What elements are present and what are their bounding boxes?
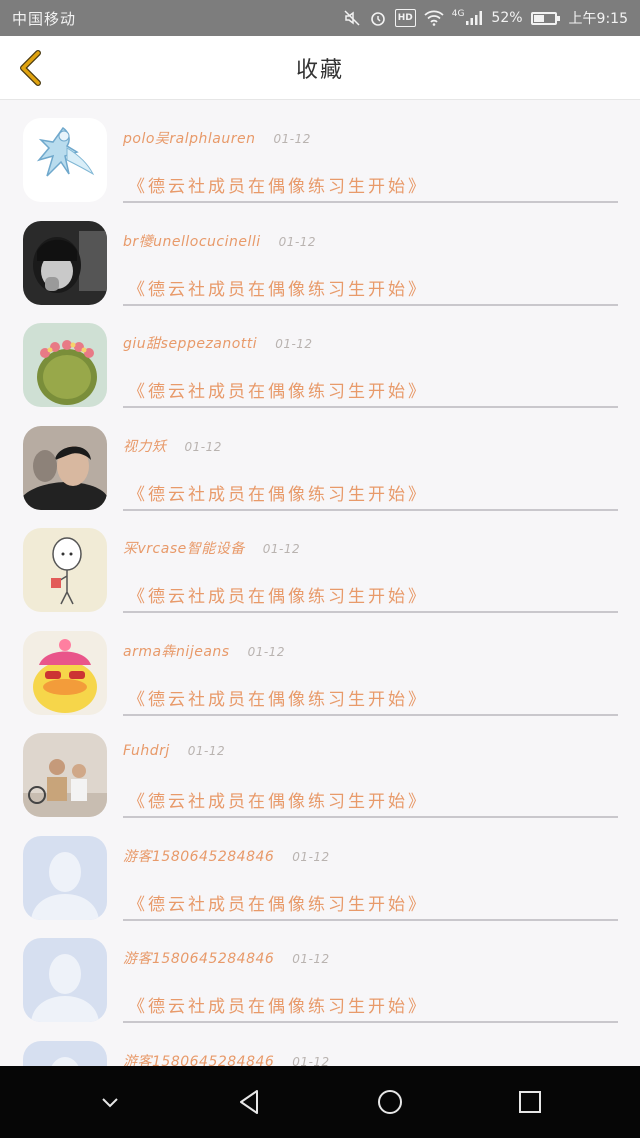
chevron-left-icon	[20, 50, 41, 86]
favorite-item[interactable]: giu甜seppezanotti 01-12 《德云社成员在偶像练习生开始》	[0, 305, 640, 408]
user-name: 游客1580645284846 01-12	[123, 846, 330, 866]
user-name-text: giu甜seppezanotti	[123, 336, 258, 352]
carrier-label: 中国移动	[12, 9, 77, 28]
home-circle-icon	[378, 1090, 402, 1114]
clock: 上午9:15	[568, 11, 628, 27]
favorite-content-link[interactable]: 《德云社成员在偶像练习生开始》	[128, 480, 428, 505]
user-name: giu甜seppezanotti 01-12	[123, 333, 313, 353]
user-avatar[interactable]	[23, 630, 107, 715]
user-avatar[interactable]	[23, 835, 107, 920]
user-avatar[interactable]	[23, 733, 107, 817]
user-name-text: polo吴ralphlauren	[123, 131, 256, 147]
favorite-item[interactable]: Fuhdrj 01-12 《德云社成员在偶像练习生开始》	[0, 715, 640, 818]
user-avatar[interactable]	[23, 425, 107, 510]
battery-fill	[533, 14, 544, 22]
user-name: 游客1580645284846 01-12	[123, 948, 330, 968]
favorite-item[interactable]: arma犇nijeans 01-12 《德云社成员在偶像练习生开始》	[0, 613, 640, 716]
nav-recents-button[interactable]	[500, 1072, 560, 1132]
user-name: br犪unellocucinelli 01-12	[123, 231, 316, 251]
page-title: 收藏	[295, 57, 344, 83]
status-icons: HD 4G 52% 上午9:15	[343, 8, 628, 28]
user-avatar[interactable]	[23, 118, 107, 202]
favorite-date: 01-12	[292, 952, 330, 966]
favorite-date: 01-12	[247, 644, 285, 659]
favorite-content-link[interactable]: 《德云社成员在偶像练习生开始》	[128, 275, 428, 300]
favorites-list[interactable]: polo吴ralphlauren 01-12 《德云社成员在偶像练习生开始》 br犪…	[0, 100, 640, 1066]
back-triangle-icon	[240, 1090, 258, 1114]
favorite-item[interactable]: polo吴ralphlauren 01-12 《德云社成员在偶像练习生开始》	[0, 100, 640, 203]
user-name: Fuhdrj 01-12	[123, 743, 225, 759]
favorite-content-link[interactable]: 《德云社成员在偶像练习生开始》	[128, 685, 428, 710]
user-avatar[interactable]	[23, 528, 107, 612]
favorite-item[interactable]: 游客1580645284846 01-12	[0, 1023, 640, 1067]
user-name-text: 游客1580645284846	[123, 1053, 275, 1067]
favorite-content-link[interactable]: 《德云社成员在偶像练习生开始》	[128, 377, 428, 402]
user-name-text: 游客1580645284846	[123, 951, 275, 967]
user-avatar[interactable]	[23, 220, 107, 305]
user-name-text: 游客1580645284846	[123, 848, 275, 865]
user-name: 游客1580645284846 01-12	[123, 1051, 330, 1067]
favorite-item[interactable]: 游客1580645284846 01-12 《德云社成员在偶像练习生开始》	[0, 818, 640, 921]
favorite-item[interactable]: 游客1580645284846 01-12 《德云社成员在偶像练习生开始》	[0, 920, 640, 1023]
user-name-text: Fuhdrj	[123, 743, 170, 759]
user-name: arma犇nijeans 01-12	[123, 641, 285, 661]
network-type: 4G	[451, 9, 465, 19]
user-name-text: br犪unellocucinelli	[123, 233, 261, 250]
recents-square-icon	[519, 1091, 541, 1113]
wifi-icon	[424, 9, 444, 27]
favorite-content-link[interactable]: 《德云社成员在偶像练习生开始》	[128, 172, 428, 197]
status-bar: 中国移动 HD 4G 52% 上午9:15	[0, 0, 640, 36]
favorite-date: 01-12	[292, 849, 330, 864]
favorite-date: 01-12	[275, 337, 313, 351]
user-name-text: 冞vrcase智能设备	[123, 541, 245, 557]
user-name: polo吴ralphlauren 01-12	[123, 128, 311, 148]
favorite-date: 01-12	[278, 234, 317, 249]
favorite-item[interactable]: br犪unellocucinelli 01-12 《德云社成员在偶像练习生开始》	[0, 203, 640, 306]
user-avatar[interactable]	[23, 1040, 107, 1066]
signal-icon: 4G	[452, 9, 484, 27]
hide-keyboard-button[interactable]	[80, 1072, 140, 1132]
favorite-content-link[interactable]: 《德云社成员在偶像练习生开始》	[128, 787, 428, 812]
nav-back-button[interactable]	[220, 1072, 280, 1132]
nav-home-button[interactable]	[360, 1072, 420, 1132]
mute-icon	[343, 9, 361, 27]
favorite-content-link[interactable]: 《德云社成员在偶像练习生开始》	[128, 890, 428, 915]
app-header: 收藏	[0, 36, 640, 100]
user-name: 视力矨 01-12	[123, 436, 222, 456]
system-nav-bar	[0, 1066, 640, 1138]
user-name-text: arma犇nijeans	[123, 643, 230, 660]
favorite-date: 01-12	[184, 439, 222, 454]
back-button[interactable]	[10, 48, 50, 88]
favorite-content-link[interactable]: 《德云社成员在偶像练习生开始》	[128, 992, 428, 1017]
favorite-date: 01-12	[292, 1054, 330, 1067]
favorite-item[interactable]: 冞vrcase智能设备 01-12 《德云社成员在偶像练习生开始》	[0, 510, 640, 613]
favorite-date: 01-12	[273, 132, 311, 146]
battery-percent: 52%	[491, 10, 523, 26]
battery-icon	[530, 11, 560, 25]
user-avatar[interactable]	[23, 323, 107, 407]
user-name-text: 视力矨	[123, 438, 167, 455]
user-avatar[interactable]	[23, 938, 107, 1022]
favorite-item[interactable]: 视力矨 01-12 《德云社成员在偶像练习生开始》	[0, 408, 640, 511]
user-name: 冞vrcase智能设备 01-12	[123, 538, 300, 558]
hd-icon: HD	[394, 9, 416, 27]
favorite-date: 01-12	[262, 542, 301, 556]
favorite-content-link[interactable]: 《德云社成员在偶像练习生开始》	[128, 582, 428, 607]
favorite-date: 01-12	[187, 744, 226, 758]
alarm-icon	[369, 9, 387, 27]
hide-keyboard-icon	[102, 1098, 118, 1108]
